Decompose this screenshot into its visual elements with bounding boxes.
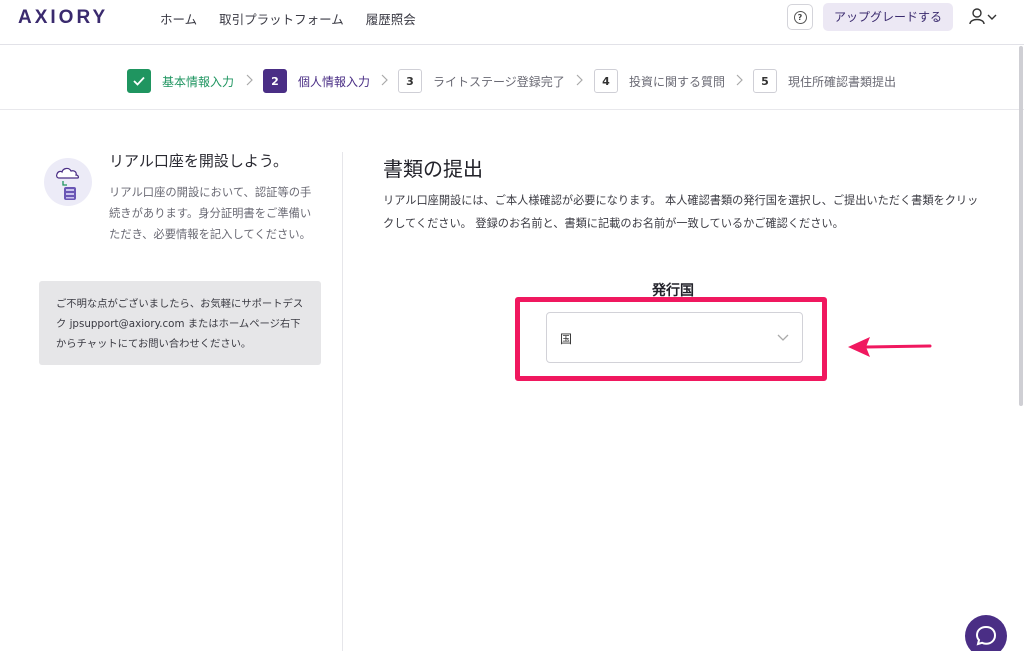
step-label: 基本情報入力 [162,74,235,89]
page-title: 書類の提出 [383,157,483,181]
question-circle-icon: ? [793,10,807,24]
step-basic-info[interactable]: 基本情報入力 [127,69,234,93]
help-button[interactable]: ? [787,4,813,30]
chevron-right-icon [576,74,583,86]
step-label: 現住所確認書類提出 [788,74,897,89]
step-label: 投資に関する質問 [629,74,726,89]
chevron-right-icon [381,74,388,86]
registration-stepper: 基本情報入力 2 個人情報入力 3 ライトステージ登録完了 4 投資に関する質問… [0,46,1024,110]
axiory-logo[interactable]: AXIORY [18,7,108,29]
step-number: 5 [753,69,777,93]
chevron-right-icon [736,74,743,86]
step-label: 個人情報入力 [298,74,371,89]
select-value: 国 [560,332,573,346]
step-light-stage[interactable]: 3 ライトステージ登録完了 [398,69,565,93]
step-number: 4 [594,69,618,93]
step-number: 2 [263,69,287,93]
step-personal-info[interactable]: 2 個人情報入力 [263,69,370,93]
step-check-icon [127,69,151,93]
chevron-right-icon [246,74,253,86]
upgrade-button[interactable]: アップグレードする [823,3,954,31]
nav-trading-platform[interactable]: 取引プラットフォーム [219,9,344,28]
sidebar-description: リアル口座の開設において、認証等の手続きがあります。身分証明書をご準備いただき、… [109,186,312,241]
chevron-down-icon [777,334,789,341]
chat-button[interactable] [965,615,1007,651]
nav-home[interactable]: ホーム [160,9,197,28]
chat-bubble-icon [975,625,997,646]
page-scrollbar[interactable] [1019,46,1023,406]
user-menu-button[interactable] [968,6,1000,28]
sidebar-title: リアル口座を開設しよう。 [109,152,288,170]
arrow-left-icon [848,337,932,357]
issuing-country-select[interactable]: 国 [546,312,803,363]
step-investment-questions[interactable]: 4 投資に関する質問 [594,69,725,93]
main-nav: ホーム 取引プラットフォーム 履歴照会 [160,9,416,28]
step-address-proof[interactable]: 5 現住所確認書類提出 [753,69,896,93]
support-info-box: ご不明な点がございましたら、お気軽にサポートデスク jpsupport@axio… [39,281,321,365]
nav-history[interactable]: 履歴照会 [366,9,416,28]
top-navigation-bar: AXIORY ホーム 取引プラットフォーム 履歴照会 ? アップグレードする [0,0,1024,45]
page-description: リアル口座開設には、ご本人様確認が必要になります。 本人確認書類の発行国を選択し… [383,194,979,230]
account-open-illustration-icon [44,158,92,206]
user-icon [969,8,997,25]
step-number: 3 [398,69,422,93]
step-label: ライトステージ登録完了 [433,74,565,89]
column-divider [342,152,343,651]
